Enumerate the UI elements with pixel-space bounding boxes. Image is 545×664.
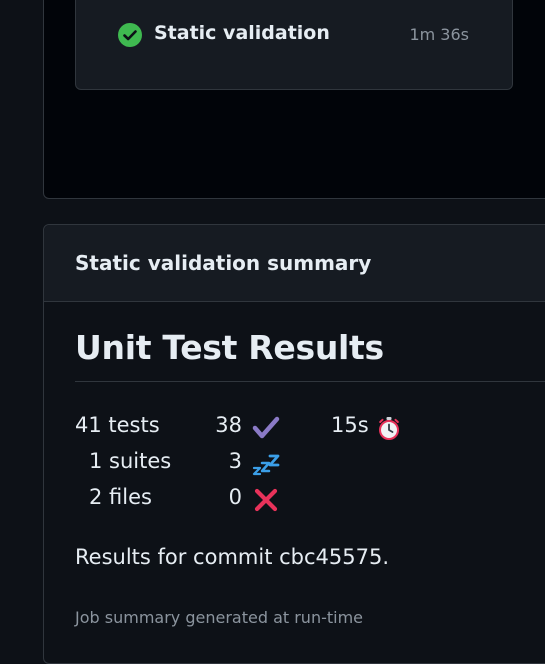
files-count: 2 files bbox=[89, 485, 152, 509]
heavy-check-mark-icon bbox=[252, 416, 280, 439]
passed-count: 38 bbox=[215, 413, 242, 437]
unit-test-results-heading: Unit Test Results bbox=[75, 328, 384, 367]
stopwatch-icon bbox=[379, 417, 399, 440]
tests-count: 41 tests bbox=[75, 413, 160, 437]
zzz-icon bbox=[252, 454, 280, 476]
job-row-static-validation[interactable]: Static validation 1m 36s bbox=[75, 0, 513, 90]
job-name[interactable]: Static validation bbox=[154, 22, 330, 44]
summary-card: Static validation summary Unit Test Resu… bbox=[43, 224, 545, 664]
cross-mark-icon bbox=[254, 488, 278, 512]
duration-value: 15s bbox=[331, 413, 369, 437]
summary-header: Static validation summary bbox=[44, 225, 545, 302]
summary-title: Static validation summary bbox=[75, 251, 372, 275]
job-duration: 1m 36s bbox=[409, 25, 469, 44]
failed-count: 0 bbox=[228, 485, 242, 509]
job-summary-footer: Job summary generated at run-time bbox=[75, 608, 364, 627]
check-circle-icon bbox=[118, 23, 142, 47]
suites-count: 1 suites bbox=[89, 449, 172, 473]
heading-divider bbox=[75, 381, 545, 382]
commit-results-text: Results for commit cbc45575. bbox=[75, 545, 390, 569]
skipped-count: 3 bbox=[228, 449, 242, 473]
